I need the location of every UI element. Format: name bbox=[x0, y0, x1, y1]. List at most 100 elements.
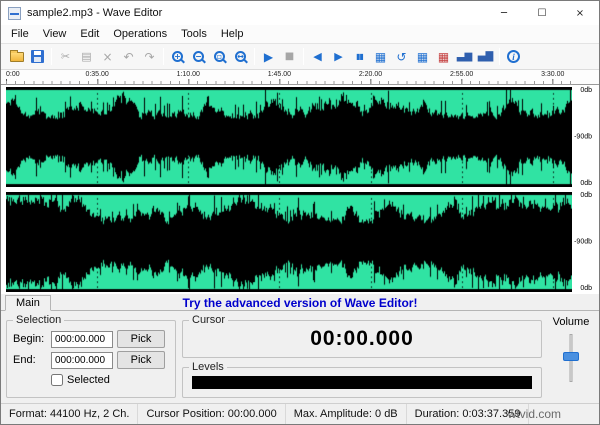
undo-icon: ↶ bbox=[123, 49, 134, 64]
ruler-tick-label: 2:20.00 bbox=[358, 71, 383, 84]
tab-row: Main Try the advanced version of Wave Ed… bbox=[1, 294, 599, 311]
selection-group-title: Selection bbox=[16, 314, 62, 326]
minimize-button[interactable]: ─ bbox=[485, 1, 523, 25]
play-button[interactable]: ▶ bbox=[258, 46, 279, 67]
menubar: File View Edit Operations Tools Help bbox=[1, 25, 599, 44]
titlebar: sample2.mp3 - Wave Editor ─ ☐ × bbox=[1, 1, 599, 25]
db-scale: 0db -90db 0db bbox=[572, 192, 594, 292]
window-controls: ─ ☐ × bbox=[485, 1, 599, 25]
levels-group-title: Levels bbox=[192, 361, 224, 373]
play-selection-button[interactable]: ▶ bbox=[328, 46, 349, 67]
menu-item-view[interactable]: View bbox=[36, 26, 74, 42]
toolbar-separator bbox=[303, 48, 304, 65]
menu-item-edit[interactable]: Edit bbox=[73, 26, 106, 42]
tab-main[interactable]: Main bbox=[5, 295, 51, 311]
status-max-amplitude: Max. Amplitude: 0 dB bbox=[286, 404, 407, 424]
blocks-grid-icon: ▦ bbox=[374, 49, 387, 64]
statistics-button[interactable]: ▄▇ bbox=[475, 46, 496, 67]
end-row: End: Pick bbox=[13, 351, 169, 369]
revert-zoom-button[interactable]: ↺ bbox=[391, 46, 412, 67]
watermark: wtvid.com bbox=[507, 407, 561, 421]
ruler-tick-label: 2:55.00 bbox=[449, 71, 474, 84]
ruler-scale: 0:00 0:35.00 1:10.00 1:45.00 2:20.00 2:5… bbox=[6, 70, 572, 84]
play-icon: ▶ bbox=[263, 49, 274, 64]
db-label: 0db bbox=[580, 285, 592, 292]
pause-icon: ▮▮ bbox=[356, 51, 364, 61]
menu-item-tools[interactable]: Tools bbox=[174, 26, 214, 42]
zoom-in-button[interactable]: + bbox=[167, 46, 188, 67]
cut-button: ✂ bbox=[55, 46, 76, 67]
zoom-in-icon: + bbox=[172, 51, 183, 62]
ruler-tick-label: 1:45.00 bbox=[267, 71, 292, 84]
waveform-canvas[interactable] bbox=[6, 87, 572, 187]
db-label: 0db bbox=[580, 180, 592, 187]
pause-button[interactable]: ▮▮ bbox=[349, 46, 370, 67]
bar-chart-icon: ▃▆ bbox=[456, 50, 473, 62]
begin-pick-button[interactable]: Pick bbox=[117, 330, 165, 348]
begin-input[interactable] bbox=[51, 330, 113, 348]
begin-label: Begin: bbox=[13, 333, 45, 345]
zoom-selection-button[interactable]: ▫ bbox=[209, 46, 230, 67]
selected-label: Selected bbox=[67, 374, 110, 386]
column-chart-icon: ▄▇ bbox=[477, 50, 494, 62]
copy-button: ▤ bbox=[76, 46, 97, 67]
menu-item-help[interactable]: Help bbox=[214, 26, 251, 42]
menu-item-operations[interactable]: Operations bbox=[106, 26, 174, 42]
revert-zoom-icon: ↺ bbox=[396, 49, 407, 64]
info-button[interactable]: i bbox=[503, 46, 524, 67]
timeline-ruler[interactable]: 0:00 0:35.00 1:10.00 1:45.00 2:20.00 2:5… bbox=[1, 70, 599, 85]
begin-row: Begin: Pick bbox=[13, 330, 169, 348]
skip-start-button[interactable]: ◀ bbox=[307, 46, 328, 67]
toolbar-separator bbox=[51, 48, 52, 65]
end-pick-button[interactable]: Pick bbox=[117, 351, 165, 369]
stop-icon: ■ bbox=[284, 50, 295, 62]
end-input[interactable] bbox=[51, 351, 113, 369]
zoom-out-button[interactable]: − bbox=[188, 46, 209, 67]
waveform-canvas[interactable] bbox=[6, 192, 572, 292]
db-label: -90db bbox=[574, 238, 592, 246]
skip-start-icon: ◀ bbox=[313, 50, 322, 63]
selected-checkbox[interactable] bbox=[51, 374, 63, 386]
open-button[interactable] bbox=[6, 46, 27, 67]
ruler-minor-ticks bbox=[6, 81, 572, 84]
cut-icon: ✂ bbox=[60, 50, 71, 63]
redo-icon: ↷ bbox=[144, 49, 155, 64]
close-button[interactable]: × bbox=[561, 1, 599, 25]
level-meter bbox=[192, 376, 532, 389]
db-scale: 0db -90db 0db bbox=[572, 87, 594, 187]
window-title: sample2.mp3 - Wave Editor bbox=[27, 7, 163, 19]
save-button[interactable] bbox=[27, 46, 48, 67]
volume-slider-thumb[interactable] bbox=[563, 352, 579, 361]
cursor-group: Cursor 00:00.000 bbox=[182, 314, 542, 358]
toolbar-separator bbox=[499, 48, 500, 65]
waveform-display: 0db -90db 0db 0db -90db 0db bbox=[1, 85, 599, 294]
zoom-full-button[interactable]: ↔ bbox=[230, 46, 251, 67]
grid-icon: ▦ bbox=[416, 49, 429, 64]
view-grid-button[interactable]: ▦ bbox=[412, 46, 433, 67]
menu-item-file[interactable]: File bbox=[4, 26, 36, 42]
selected-row: Selected bbox=[13, 374, 169, 386]
zoom-selection-icon: ▫ bbox=[214, 51, 225, 62]
cursor-levels-column: Cursor 00:00.000 Levels bbox=[182, 314, 542, 398]
status-format: Format: 44100 Hz, 2 Ch. bbox=[1, 404, 139, 424]
ruler-tick-label: 3:30.00 bbox=[541, 71, 565, 84]
view-blocks-button[interactable]: ▦ bbox=[370, 46, 391, 67]
toolbar: ✂ ▤ × ↶ ↷ + − ▫ ↔ ▶ ■ ◀ ▶ ▮▮ ▦ ↺ ▦ ▦ ▃▆ … bbox=[1, 44, 599, 70]
end-label: End: bbox=[13, 354, 36, 366]
db-label: 0db bbox=[580, 87, 592, 94]
save-floppy-icon bbox=[31, 50, 44, 63]
open-folder-icon bbox=[9, 49, 24, 62]
stop-button: ■ bbox=[279, 46, 300, 67]
view-markers-button[interactable]: ▦ bbox=[433, 46, 454, 67]
promo-link[interactable]: Try the advanced version of Wave Editor! bbox=[183, 296, 418, 310]
copy-icon: ▤ bbox=[81, 50, 92, 63]
undo-button: ↶ bbox=[118, 46, 139, 67]
zoom-out-icon: − bbox=[193, 51, 204, 62]
db-label: 0db bbox=[580, 192, 592, 199]
app-icon bbox=[8, 6, 21, 20]
toolbar-separator bbox=[254, 48, 255, 65]
selection-group: Selection Begin: Pick End: Pick Selected bbox=[6, 314, 176, 398]
volume-slider[interactable] bbox=[560, 332, 582, 384]
maximize-button[interactable]: ☐ bbox=[523, 1, 561, 25]
spectrum-button[interactable]: ▃▆ bbox=[454, 46, 475, 67]
